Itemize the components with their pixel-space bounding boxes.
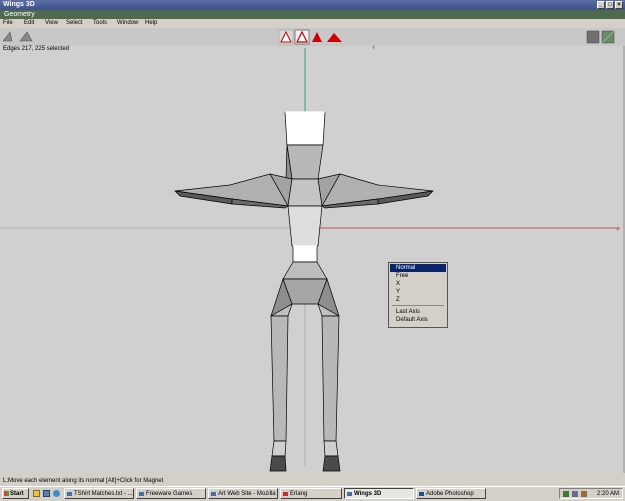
title-bar: Wings 3D _ □ × <box>0 0 625 10</box>
context-menu: Normal Free X Y Z Last Axis Default Axis <box>388 262 448 328</box>
volume-icon[interactable] <box>572 491 578 497</box>
task-art-web-site[interactable]: Art Web Site - Mozilla <box>208 488 278 499</box>
mozilla-icon <box>211 492 216 496</box>
task-adobe-photoshop[interactable]: Adobe Photoshop <box>416 488 486 499</box>
svg-text:×: × <box>616 227 620 233</box>
toolbar <box>0 28 625 47</box>
selection-info: Edges 217, 225 selected <box>3 46 70 52</box>
task-freeware-games[interactable]: Freeware Games <box>136 488 206 499</box>
task-erlang[interactable]: Erlang <box>280 488 342 499</box>
start-button[interactable]: Start <box>2 488 29 499</box>
menu-select[interactable]: Select <box>66 19 83 28</box>
menu-item-normal[interactable]: Normal <box>390 264 446 272</box>
quicklaunch-desktop-icon[interactable] <box>43 490 50 497</box>
close-button[interactable]: × <box>615 1 623 9</box>
wings-icon <box>347 492 352 496</box>
vertex-select-icon[interactable] <box>278 29 294 45</box>
redo-icon[interactable] <box>19 31 33 42</box>
tray-app-icon[interactable] <box>581 491 587 497</box>
menu-file[interactable]: File <box>3 19 13 28</box>
task-tshirt-matches[interactable]: TShirt Matches.txt - ... <box>64 488 134 499</box>
menu-separator <box>392 305 444 306</box>
menu-tools[interactable]: Tools <box>93 19 107 28</box>
edge-select-icon[interactable] <box>294 29 310 45</box>
geometry-window-bar: Geometry <box>0 10 625 19</box>
undo-icon[interactable] <box>2 31 13 42</box>
erlang-icon <box>283 492 288 496</box>
menu-item-last-axis[interactable]: Last Axis <box>396 308 420 316</box>
status-bar: L:Move each element along its normal [Al… <box>0 477 625 486</box>
face-select-icon[interactable] <box>312 32 322 42</box>
menu-edit[interactable]: Edit <box>24 19 34 28</box>
network-icon[interactable] <box>563 491 569 497</box>
menu-item-z[interactable]: Z <box>396 296 400 304</box>
menu-window[interactable]: Window <box>117 19 138 28</box>
start-label: Start <box>10 491 24 497</box>
menu-item-x[interactable]: X <box>396 280 400 288</box>
windows-logo-icon <box>4 491 9 496</box>
svg-text:Y: Y <box>372 46 376 51</box>
minimize-button[interactable]: _ <box>597 1 605 9</box>
system-tray: 2:20 AM <box>559 488 623 499</box>
quicklaunch-browser-icon[interactable] <box>53 490 60 497</box>
menu-item-y[interactable]: Y <box>396 288 400 296</box>
quicklaunch-folder-icon[interactable] <box>33 490 40 497</box>
geometry-label: Geometry <box>4 11 35 18</box>
photoshop-icon <box>419 492 424 496</box>
wireframe-icon[interactable] <box>601 30 615 44</box>
view-mode-icon[interactable] <box>586 30 600 44</box>
task-wings-3d[interactable]: Wings 3D <box>344 488 414 499</box>
menu-item-default-axis[interactable]: Default Axis <box>396 316 428 324</box>
menu-bar: File Edit View Select Tools Window Help <box>0 19 625 28</box>
menu-item-free[interactable]: Free <box>396 272 408 280</box>
status-text: L:Move each element along its normal [Al… <box>3 478 164 484</box>
notepad-icon <box>67 492 72 496</box>
clock: 2:20 AM <box>596 491 619 497</box>
folder-icon <box>139 492 144 496</box>
3d-viewport[interactable]: Y × <box>0 46 625 473</box>
window-title: Wings 3D <box>3 1 35 8</box>
body-select-icon[interactable] <box>327 33 342 42</box>
maximize-button[interactable]: □ <box>606 1 614 9</box>
taskbar: Start TShirt Matches.txt - ... Freeware … <box>0 486 625 501</box>
menu-help[interactable]: Help <box>145 19 157 28</box>
menu-view[interactable]: View <box>45 19 58 28</box>
